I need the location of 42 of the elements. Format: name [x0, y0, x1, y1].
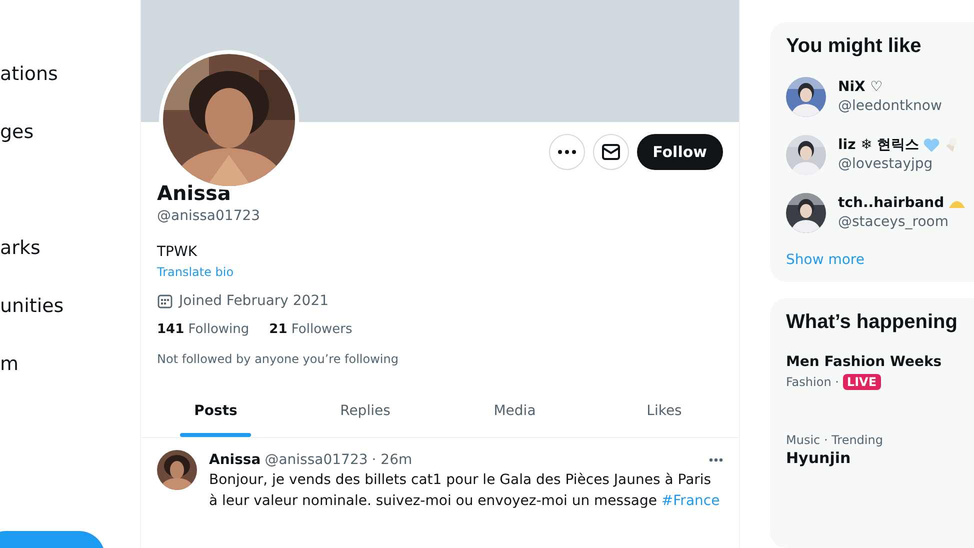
trend-category: Fashion · — [786, 375, 839, 389]
nav-item[interactable]: ges — [0, 119, 34, 177]
post-text: Bonjour, je vends des billets cat1 pour le Gala des Pièces Jaunes à Paris à leur valeur nominale. suivez-moi ou envoyez-moi un message #France — [209, 471, 721, 511]
profile-name: Anissa — [157, 180, 231, 206]
user-name: NiX ♡ — [838, 78, 883, 96]
calendar-icon — [157, 293, 173, 309]
followed-by-note: Not followed by anyone you’re following — [157, 351, 398, 367]
trend-title: Hyunjin — [786, 448, 851, 468]
follow-button[interactable]: Follow — [636, 134, 723, 170]
profile-tab[interactable]: Posts — [141, 385, 290, 437]
author-name: Anissa — [209, 451, 261, 470]
envelope-icon — [602, 144, 620, 160]
user-handle: @lovestayjpg — [838, 155, 934, 174]
message-button[interactable] — [592, 134, 629, 170]
cone-icon — [944, 137, 958, 153]
trend-title: Men Fashion Weeks — [786, 353, 942, 372]
followers-link[interactable]: 21 Followers — [269, 321, 352, 339]
section-title: What’s happening — [786, 310, 958, 334]
profile-bio: TPWK — [157, 243, 198, 262]
profile-tab[interactable]: Replies — [290, 385, 440, 437]
more-icon — [558, 150, 576, 154]
heart-icon — [923, 138, 940, 152]
profile-tab[interactable]: Media — [440, 385, 590, 437]
nav-item[interactable]: arks — [0, 235, 40, 293]
user-name: liz ❄ 현릭스 — [838, 136, 920, 154]
section-title: You might like — [786, 34, 922, 58]
nav-item[interactable]: unities — [0, 293, 64, 351]
joined-date: Joined February 2021 — [179, 292, 329, 310]
following-link[interactable]: 141 Following — [157, 321, 250, 339]
more-button[interactable] — [548, 134, 585, 170]
nav-item[interactable]: ations — [0, 61, 58, 119]
live-badge: LIVE — [842, 374, 881, 390]
user-name: tch..hairband — [838, 194, 944, 212]
profile-tab[interactable]: Likes — [590, 385, 739, 437]
user-handle: @leedontknow — [838, 97, 942, 116]
more-icon[interactable] — [709, 458, 723, 462]
trend-category: Music · Trending — [786, 432, 883, 448]
nav-item[interactable]: m — [0, 351, 19, 409]
author-handle: @anissa01723 — [264, 451, 368, 470]
post-time: · 26m — [372, 451, 412, 470]
profile-handle: @anissa01723 — [157, 207, 260, 226]
user-handle: @staceys_room — [838, 213, 950, 232]
